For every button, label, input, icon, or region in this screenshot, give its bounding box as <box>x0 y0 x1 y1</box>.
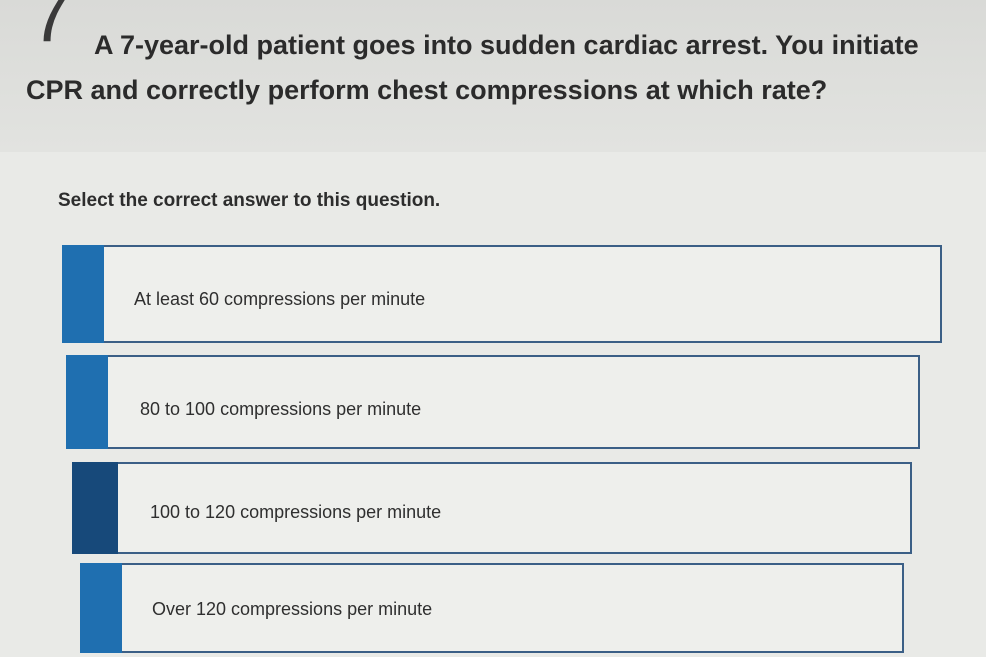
answer-option-c[interactable]: 100 to 120 compressions per minute <box>72 462 912 554</box>
question-header: 7 A 7-year-old patient goes into sudden … <box>0 0 986 152</box>
option-accent-bar <box>72 462 118 554</box>
option-label: 100 to 120 compressions per minute <box>150 502 442 522</box>
option-accent-bar <box>62 245 104 343</box>
question-text-line-1: A 7-year-old patient goes into sudden ca… <box>94 30 919 60</box>
question-text-line-2: CPR and correctly perform chest compress… <box>26 75 828 105</box>
answer-option-d[interactable]: Over 120 compressions per minute <box>80 563 904 653</box>
option-accent-bar <box>66 355 108 449</box>
option-label: At least 60 compressions per minute <box>134 289 426 309</box>
answer-option-b[interactable]: 80 to 100 compressions per minute <box>66 355 920 449</box>
option-accent-bar <box>80 563 122 653</box>
instruction-text: Select the correct answer to this questi… <box>58 190 441 211</box>
answer-option-a[interactable]: At least 60 compressions per minute <box>62 245 942 343</box>
option-label: Over 120 compressions per minute <box>152 599 433 619</box>
option-label: 80 to 100 compressions per minute <box>140 399 422 419</box>
question-number: 7 <box>30 0 73 58</box>
